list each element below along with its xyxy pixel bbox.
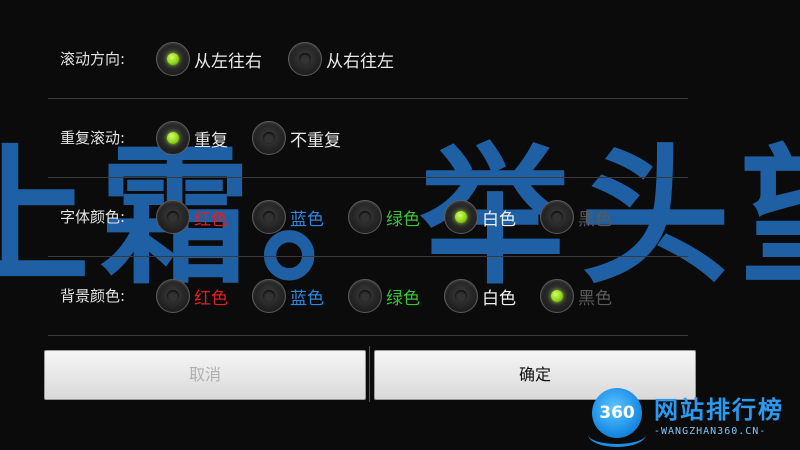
- repeat-option-no-repeat[interactable]: 不重复: [252, 120, 341, 156]
- font-color-row: 字体颜色: 红色 蓝色 绿色 白色 黑色: [48, 178, 688, 257]
- option-label: 绿色: [386, 288, 420, 309]
- radio-button-icon[interactable]: [156, 279, 190, 313]
- font-color-option-blue[interactable]: 蓝色: [252, 199, 324, 235]
- radio-button-icon[interactable]: [252, 121, 286, 155]
- bg-color-option-black[interactable]: 黑色: [540, 278, 612, 314]
- option-label: 蓝色: [290, 288, 324, 309]
- scroll-option-right-to-left[interactable]: 从右往左: [288, 41, 394, 77]
- bg-color-option-green[interactable]: 绿色: [348, 278, 420, 314]
- bg-color-option-blue[interactable]: 蓝色: [252, 278, 324, 314]
- cancel-button[interactable]: 取消: [44, 350, 366, 400]
- option-label: 红色: [194, 209, 228, 230]
- option-label: 白色: [482, 209, 516, 230]
- logo-title: 网站排行榜: [654, 396, 784, 424]
- option-label: 从右往左: [326, 51, 394, 72]
- repeat-label: 重复滚动:: [60, 129, 126, 147]
- option-label: 绿色: [386, 209, 420, 230]
- font-color-option-black[interactable]: 黑色: [540, 199, 612, 235]
- radio-button-icon[interactable]: [348, 279, 382, 313]
- background-color-label: 背景颜色:: [60, 287, 126, 305]
- radio-button-icon[interactable]: [252, 279, 286, 313]
- bg-color-option-red[interactable]: 红色: [156, 278, 228, 314]
- radio-button-icon[interactable]: [540, 279, 574, 313]
- radio-button-icon[interactable]: [156, 121, 190, 155]
- font-color-option-green[interactable]: 绿色: [348, 199, 420, 235]
- radio-button-icon[interactable]: [252, 200, 286, 234]
- radio-button-icon[interactable]: [444, 200, 478, 234]
- font-color-option-white[interactable]: 白色: [444, 199, 516, 235]
- option-label: 重复: [194, 130, 228, 151]
- scroll-direction-row: 滚动方向: 从左往右 从右往左: [48, 20, 688, 99]
- option-label: 黑色: [578, 288, 612, 309]
- font-color-option-red[interactable]: 红色: [156, 199, 228, 235]
- option-label: 不重复: [290, 130, 341, 151]
- option-label: 白色: [482, 288, 516, 309]
- scroll-direction-label: 滚动方向:: [60, 50, 126, 68]
- bg-color-option-white[interactable]: 白色: [444, 278, 516, 314]
- radio-button-icon[interactable]: [288, 42, 322, 76]
- radio-button-icon[interactable]: [540, 200, 574, 234]
- background-color-row: 背景颜色: 红色 蓝色 绿色 白色 黑色: [48, 257, 688, 336]
- settings-panel: 滚动方向: 从左往右 从右往左 重复滚动: 重复 不重复 字体颜色: 红色 蓝色…: [0, 0, 800, 450]
- radio-button-icon[interactable]: [156, 200, 190, 234]
- watermark-logo: 360 网站排行榜 -WANGZHAN360.CN-: [588, 386, 798, 448]
- radio-button-icon[interactable]: [156, 42, 190, 76]
- repeat-option-repeat[interactable]: 重复: [156, 120, 228, 156]
- font-color-label: 字体颜色:: [60, 208, 126, 226]
- scroll-option-left-to-right[interactable]: 从左往右: [156, 41, 262, 77]
- option-label: 从左往右: [194, 51, 262, 72]
- option-label: 红色: [194, 288, 228, 309]
- option-label: 黑色: [578, 209, 612, 230]
- repeat-row: 重复滚动: 重复 不重复: [48, 99, 688, 178]
- logo-badge: 360: [592, 388, 642, 438]
- radio-button-icon[interactable]: [444, 279, 478, 313]
- logo-subtitle: -WANGZHAN360.CN-: [654, 426, 767, 437]
- radio-button-icon[interactable]: [348, 200, 382, 234]
- option-label: 蓝色: [290, 209, 324, 230]
- button-divider: [369, 346, 370, 402]
